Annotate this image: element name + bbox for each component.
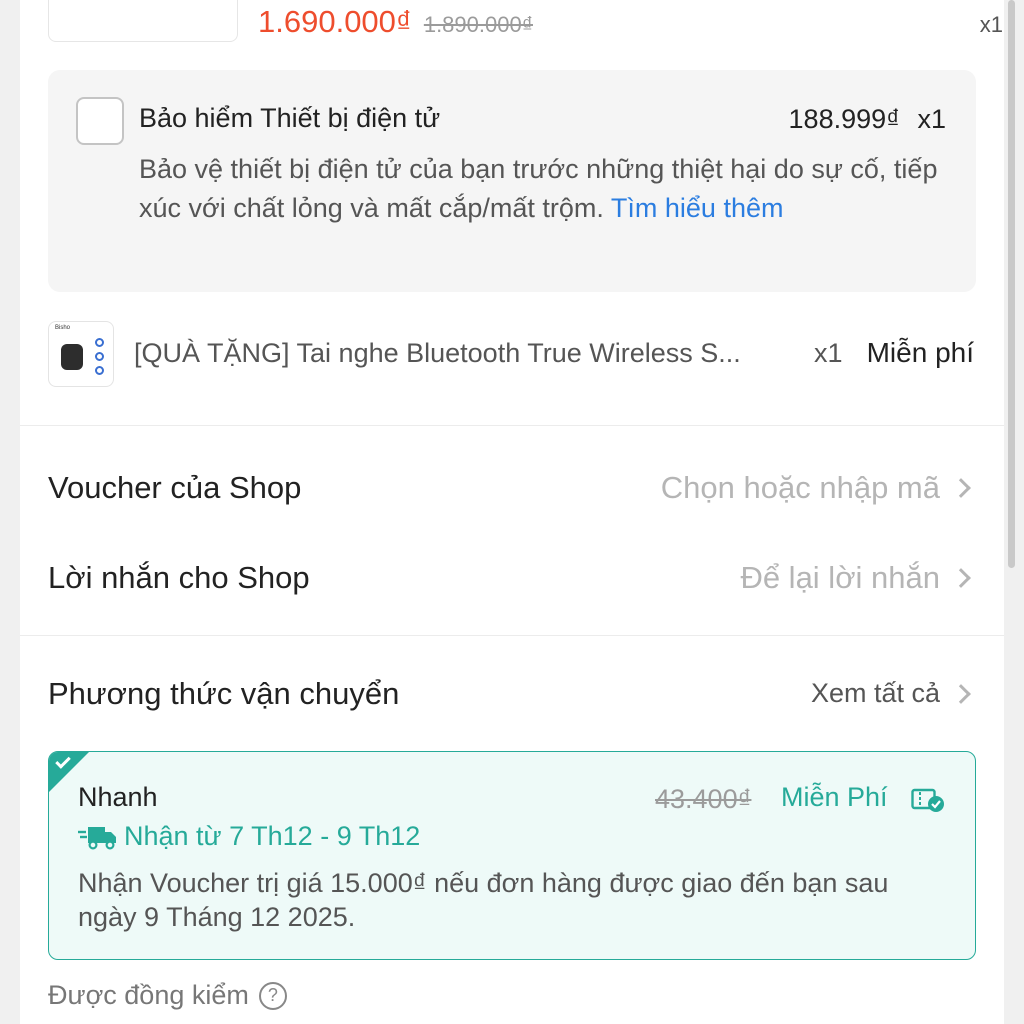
shipping-method-title: Phương thức vận chuyển (48, 676, 400, 711)
shop-voucher-label: Voucher của Shop (48, 470, 302, 505)
shop-message-label: Lời nhắn cho Shop (48, 560, 310, 595)
shop-message-input[interactable]: Để lại lời nhắn (740, 560, 974, 596)
checkout-page: 1.690.000₫ 1.890.000₫ x1 Bảo hiểm Thiết … (20, 0, 1004, 1024)
gift-thumbnail: Bisho (48, 321, 114, 387)
cod-inspection-label: Được đồng kiểm (48, 980, 249, 1010)
chevron-right-icon (951, 568, 971, 588)
chevron-right-icon (951, 683, 971, 704)
product-original-price: 1.890.000₫ (423, 12, 533, 37)
product-quantity: x1 (979, 12, 1003, 37)
scrollbar[interactable] (1008, 0, 1015, 568)
gift-thumb-brand: Bisho (55, 325, 71, 331)
cod-inspection-row: Được đồng kiểm ? (48, 980, 287, 1011)
learn-more-link[interactable]: Tìm hiểu thêm (611, 193, 784, 223)
product-price: 1.690.000₫ (258, 4, 412, 39)
chevron-right-icon (951, 478, 971, 498)
shipping-see-all[interactable]: Xem tất cả (811, 678, 974, 709)
shop-voucher-placeholder: Chọn hoặc nhập mã (660, 470, 940, 505)
delivery-estimate-text: Nhận từ 7 Th12 - 9 Th12 (124, 821, 421, 851)
help-icon[interactable]: ? (258, 981, 287, 1010)
insurance-description-text: Bảo vệ thiết bị điện tử của bạn trước nh… (139, 154, 938, 223)
truck-icon (78, 826, 116, 850)
product-thumbnail (48, 0, 238, 42)
shipping-voucher-note: Nhận Voucher trị giá 15.000₫ nếu đơn hàn… (78, 868, 889, 932)
insurance-title: Bảo hiểm Thiết bị điện tử (139, 103, 441, 133)
gift-name: [QUÀ TẶNG] Tai nghe Bluetooth True Wirel… (134, 338, 741, 368)
shipping-original-fee: 43.400₫ (655, 784, 752, 814)
insurance-checkbox[interactable] (76, 97, 124, 145)
insurance-quantity: x1 (917, 104, 946, 134)
shipping-option-name: Nhanh (78, 782, 158, 812)
shop-message-placeholder: Để lại lời nhắn (740, 560, 940, 595)
insurance-price: 188.999₫ (788, 104, 900, 134)
shipping-fee: Miễn Phí (781, 782, 888, 812)
shipping-option-card[interactable]: Nhanh 43.400₫ Miễn Phí Nhận từ 7 Th12 - … (48, 751, 976, 960)
delivery-estimate: Nhận từ 7 Th12 - 9 Th12 (78, 821, 420, 852)
insurance-box: Bảo hiểm Thiết bị điện tử 188.999₫ x1 Bả… (48, 70, 976, 292)
product-price-row: 1.690.000₫ 1.890.000₫ (258, 4, 533, 40)
divider (20, 635, 1004, 636)
gift-quantity: x1 (814, 338, 843, 368)
shop-voucher-selector[interactable]: Chọn hoặc nhập mã (661, 470, 974, 506)
free-shipping-voucher-icon (911, 788, 944, 812)
gift-price: Miễn phí (866, 337, 974, 368)
insurance-description: Bảo vệ thiết bị điện tử của bạn trước nh… (139, 150, 949, 228)
see-all-label: Xem tất cả (810, 678, 940, 708)
divider (20, 425, 1004, 426)
